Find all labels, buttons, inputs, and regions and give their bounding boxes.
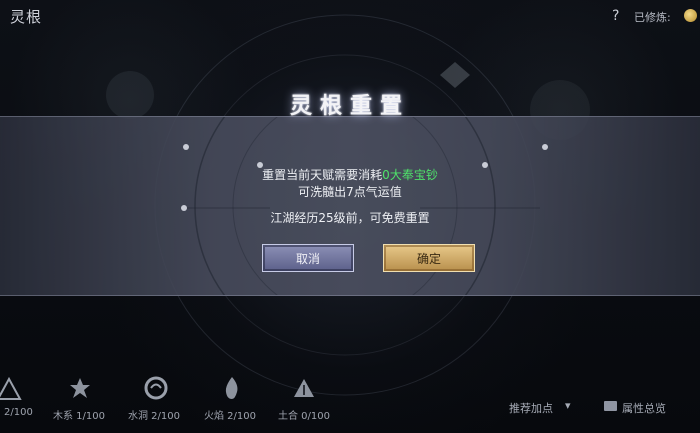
metal-stat: 2/100 (4, 407, 33, 418)
chevron-down-icon[interactable]: ▾ (565, 399, 571, 412)
free-reset-note: 江湖经历25级前，可免费重置 (270, 211, 430, 225)
coin-icon (684, 9, 697, 22)
metal-element-icon[interactable] (0, 375, 22, 401)
water-element-icon[interactable] (143, 375, 169, 401)
fire-element-icon[interactable] (219, 375, 245, 401)
water-stat: 水洞 2/100 (128, 411, 180, 422)
cost-amount: 0 (382, 168, 390, 182)
fire-stat: 火焰 2/100 (204, 411, 256, 422)
cancel-button[interactable]: 取消 (262, 244, 354, 272)
book-icon (604, 401, 617, 411)
page-title: 灵根 (10, 8, 43, 26)
confirm-button[interactable]: 确定 (383, 244, 475, 272)
wood-element-icon[interactable] (67, 375, 93, 401)
help-icon[interactable]: ? (612, 8, 619, 24)
wood-stat: 木系 1/100 (53, 411, 105, 422)
attributes-overview-button[interactable]: 属性总览 (622, 400, 666, 416)
earth-element-icon[interactable] (291, 375, 317, 401)
cost-prefix: 重置当前天赋需要消耗 (262, 168, 383, 182)
cultivation-status-label: 已修炼: (634, 11, 671, 24)
cost-currency: 大奉宝钞 (389, 168, 438, 182)
cost-message: 重置当前天赋需要消耗0大奉宝钞 (0, 166, 700, 183)
dialog-title: 灵根重置 (289, 93, 410, 119)
luck-message: 可洗髓出7点气运值 (298, 185, 402, 199)
recommend-points-button[interactable]: 推荐加点 (509, 400, 553, 416)
earth-stat: 土合 0/100 (278, 411, 330, 422)
